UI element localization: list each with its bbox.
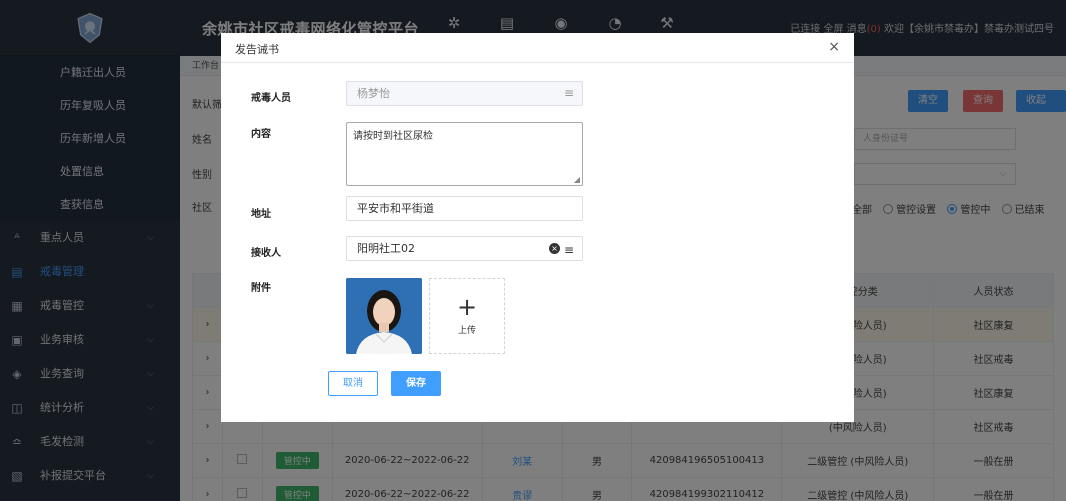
- clear-icon[interactable]: ×: [549, 243, 560, 254]
- plus-icon: +: [456, 293, 478, 321]
- cancel-button[interactable]: 取消: [328, 371, 378, 396]
- warning-letter-dialog: 发告诫书 × 戒毒人员 杨梦怡 ≡ 内容 请按时到社区尿检 ◢ 地址 平安市和平…: [221, 33, 854, 422]
- list-menu-icon: ≡: [563, 86, 574, 100]
- content-field-label: 内容: [251, 129, 271, 140]
- resize-handle-icon[interactable]: ◢: [574, 175, 580, 184]
- portrait-photo: [346, 278, 422, 354]
- close-icon[interactable]: ×: [828, 39, 840, 55]
- address-field-label: 地址: [251, 209, 271, 220]
- dialog-title: 发告诫书: [235, 43, 279, 56]
- save-button[interactable]: 保存: [391, 371, 441, 396]
- person-field-label: 戒毒人员: [251, 93, 291, 104]
- address-input[interactable]: 平安市和平街道: [346, 196, 583, 221]
- person-select: 杨梦怡 ≡: [346, 81, 583, 106]
- receiver-field-label: 接收人: [251, 248, 281, 259]
- list-menu-icon[interactable]: ≡: [564, 239, 574, 262]
- dialog-header: 发告诫书 ×: [221, 33, 854, 63]
- attachment-field-label: 附件: [251, 283, 271, 294]
- content-textarea[interactable]: 请按时到社区尿检 ◢: [346, 122, 583, 186]
- receiver-select[interactable]: 阳明社工02 × ≡: [346, 236, 583, 261]
- upload-button[interactable]: + 上传: [429, 278, 505, 354]
- upload-label: 上传: [457, 326, 476, 336]
- attachment-photo-thumbnail[interactable]: [346, 278, 422, 354]
